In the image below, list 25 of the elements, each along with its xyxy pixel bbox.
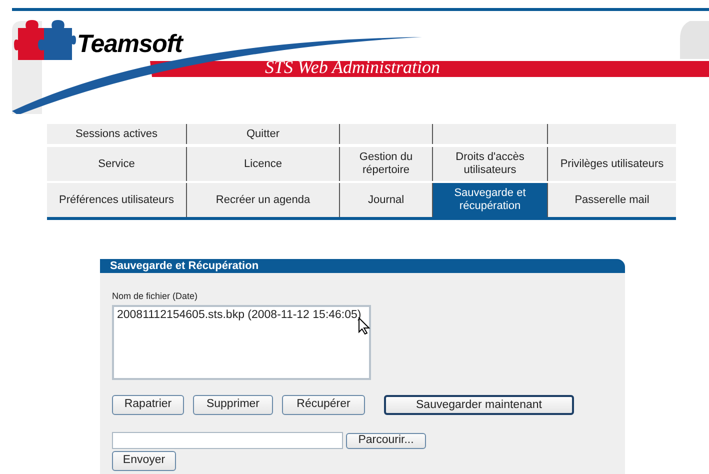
menu-tab[interactable]: Privilèges utilisateurs <box>548 147 676 181</box>
app-subtitle: STS Web Administration <box>265 58 440 76</box>
menu-tab[interactable]: Recréer un agenda <box>187 183 339 217</box>
menu-tab[interactable]: Quitter <box>187 124 339 144</box>
browse-button[interactable]: Parcourir... <box>346 432 426 448</box>
brand-name: Teamsoft <box>77 29 182 60</box>
file-item[interactable]: 20081112154605.sts.bkp (2008-11-12 15:46:05) <box>115 308 368 322</box>
menu-tab[interactable]: Sauvegarde et récupération <box>433 183 547 217</box>
menu-tab[interactable]: Droits d'accès utilisateurs <box>433 147 547 181</box>
menu-tab[interactable]: Préférences utilisateurs <box>47 183 186 217</box>
file-list[interactable]: 20081112154605.sts.bkp (2008-11-12 15:46:05) <box>112 305 371 380</box>
menu-tab[interactable]: Licence <box>187 147 339 181</box>
menu-tab[interactable]: Passerelle mail <box>548 183 676 217</box>
action-button[interactable]: Sauvegarder maintenant <box>384 395 574 415</box>
list-label: Nom de fichier (Date) <box>112 291 199 302</box>
panel-title: Sauvegarde et Récupération <box>100 259 625 273</box>
action-button[interactable]: Récupérer <box>282 395 365 415</box>
menu-tab[interactable]: Sessions actives <box>47 124 186 144</box>
file-path-field[interactable] <box>112 432 343 449</box>
action-button[interactable]: Supprimer <box>193 395 273 415</box>
menu-tab[interactable]: Service <box>47 147 186 181</box>
send-button[interactable]: Envoyer <box>112 451 176 471</box>
menu-tab[interactable]: Journal <box>340 183 432 217</box>
menu-tab[interactable]: Gestion du répertoire <box>340 147 432 181</box>
action-button[interactable]: Rapatrier <box>112 395 184 415</box>
